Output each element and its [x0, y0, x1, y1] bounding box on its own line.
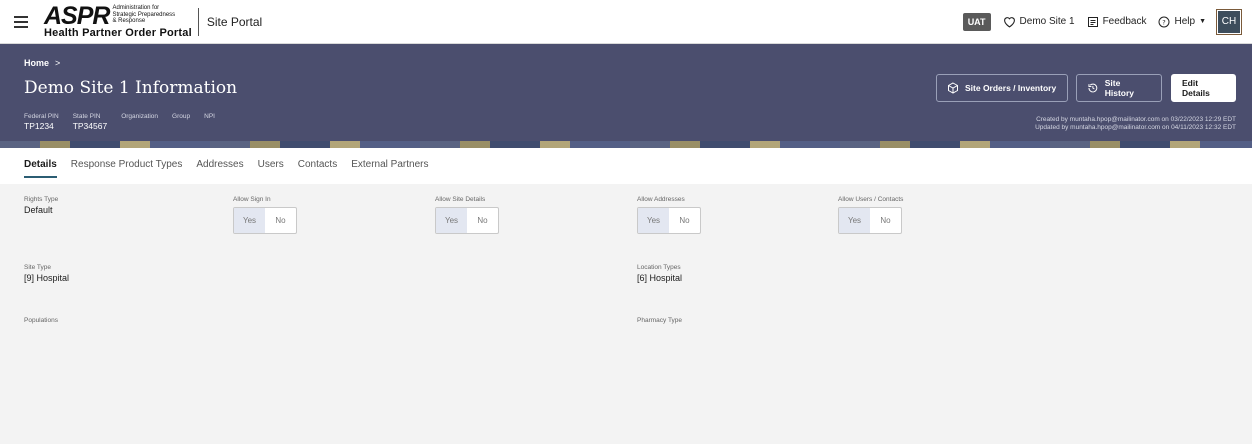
tab-external-partners[interactable]: External Partners [351, 159, 428, 178]
feedback-link[interactable]: Feedback [1087, 16, 1147, 28]
allow-users-contacts-no[interactable]: No [870, 208, 901, 233]
allow-site-details-yes[interactable]: Yes [436, 208, 467, 233]
updated-by-text: Updated by muntaha.hpop@mailinator.com o… [1035, 124, 1236, 131]
logo-divider [197, 7, 199, 36]
location-types-value: [6] Hospital [637, 273, 683, 283]
site-orders-inventory-label: Site Orders / Inventory [965, 83, 1057, 93]
allow-users-contacts-toggle: Yes No [838, 207, 902, 234]
site-portal-label: Site Portal [206, 14, 263, 29]
heart-icon [1003, 16, 1015, 28]
created-by-text: Created by muntaha.hpop@mailinator.com o… [1036, 116, 1236, 123]
aspr-logo[interactable]: ASPR Administration for Strategic Prepar… [44, 2, 192, 42]
rights-type-value: Default [24, 205, 53, 215]
allow-users-contacts-label: Allow Users / Contacts [838, 196, 904, 203]
feedback-icon [1087, 16, 1098, 27]
organization: Organization [121, 113, 158, 131]
help-label: Help [1174, 16, 1196, 27]
tab-addresses[interactable]: Addresses [196, 159, 243, 178]
header-decorative-banner [0, 141, 1252, 148]
npi-label: NPI [204, 113, 215, 120]
allow-site-details-toggle: Yes No [435, 207, 499, 234]
populations-label: Populations [24, 317, 58, 324]
location-types-field: Location Types [6] Hospital [637, 264, 682, 283]
allow-site-details-field: Allow Site Details Yes No [435, 196, 499, 234]
allow-sign-in-label: Allow Sign In [233, 196, 271, 203]
allow-site-details-label: Allow Site Details [435, 196, 486, 203]
tab-details[interactable]: Details [24, 159, 57, 178]
organization-label: Organization [121, 113, 159, 120]
edit-details-button[interactable]: Edit Details [1171, 74, 1236, 102]
allow-users-contacts-field: Allow Users / Contacts Yes No [838, 196, 903, 234]
site-identifiers: Federal PIN TP1234 State PIN TP34567 Org… [24, 113, 215, 131]
site-orders-inventory-button[interactable]: Site Orders / Inventory [936, 74, 1068, 102]
hamburger-menu-icon[interactable] [14, 12, 34, 32]
audit-info: Created by muntaha.hpop@mailinator.com o… [1035, 116, 1236, 132]
logo-portal-name: Health Partner Order Portal [44, 26, 192, 39]
site-type-field: Site Type [9] Hospital [24, 264, 69, 283]
help-icon: ? [1158, 16, 1170, 27]
state-pin-value: TP34567 [72, 121, 108, 131]
pharmacy-type-label: Pharmacy Type [637, 317, 683, 324]
details-panel: Rights Type Default Allow Sign In Yes No… [0, 184, 1252, 444]
environment-badge: UAT [962, 12, 991, 31]
allow-addresses-no[interactable]: No [669, 208, 700, 233]
tab-contacts[interactable]: Contacts [298, 159, 337, 178]
tab-response-product-types[interactable]: Response Product Types [71, 159, 183, 178]
pharmacy-type-field: Pharmacy Type [637, 317, 682, 324]
allow-sign-in-toggle: Yes No [233, 207, 297, 234]
allow-site-details-no[interactable]: No [467, 208, 498, 233]
page-title: Demo Site 1 Information [24, 78, 238, 98]
logo-subtitle: Administration for Strategic Preparednes… [112, 5, 176, 24]
location-types-label: Location Types [637, 264, 681, 271]
box-icon [948, 82, 958, 94]
chevron-down-icon: ▼ [1199, 18, 1206, 25]
populations-field: Populations [24, 317, 58, 324]
breadcrumb-separator: > [55, 58, 61, 68]
tab-users[interactable]: Users [258, 159, 284, 178]
allow-addresses-toggle: Yes No [637, 207, 701, 234]
rights-type-field: Rights Type Default [24, 196, 58, 215]
site-history-label: Site History [1104, 78, 1135, 98]
allow-sign-in-field: Allow Sign In Yes No [233, 196, 297, 234]
group: Group [172, 113, 190, 131]
site-selector-label: Demo Site 1 [1019, 16, 1075, 27]
rights-type-label: Rights Type [24, 196, 59, 203]
allow-addresses-field: Allow Addresses Yes No [637, 196, 701, 234]
breadcrumb-home[interactable]: Home [24, 58, 49, 68]
user-avatar[interactable]: CH [1216, 8, 1242, 35]
allow-addresses-label: Allow Addresses [637, 196, 685, 203]
help-menu[interactable]: ? Help ▼ [1158, 16, 1206, 28]
site-type-label: Site Type [24, 264, 51, 271]
logo-aspr-text: ASPR [44, 1, 110, 30]
site-history-button[interactable]: Site History [1076, 74, 1162, 102]
svg-text:?: ? [1163, 18, 1166, 26]
federal-pin-value: TP1234 [24, 121, 54, 131]
site-selector[interactable]: Demo Site 1 [1003, 16, 1075, 28]
page-header: Home > Demo Site 1 Information Site Orde… [0, 44, 1252, 148]
feedback-label: Feedback [1102, 16, 1147, 27]
site-type-value: [9] Hospital [24, 273, 70, 283]
allow-addresses-yes[interactable]: Yes [638, 208, 669, 233]
breadcrumb: Home > [24, 58, 60, 68]
allow-users-contacts-yes[interactable]: Yes [839, 208, 870, 233]
history-icon [1088, 83, 1098, 93]
allow-sign-in-no[interactable]: No [265, 208, 296, 233]
group-label: Group [172, 113, 191, 120]
state-pin: State PIN TP34567 [73, 113, 108, 131]
federal-pin: Federal PIN TP1234 [24, 113, 59, 131]
federal-pin-label: Federal PIN [24, 113, 59, 120]
detail-tabs: Details Response Product Types Addresses… [24, 159, 442, 178]
state-pin-label: State PIN [72, 113, 101, 120]
top-bar: ASPR Administration for Strategic Prepar… [0, 0, 1252, 44]
allow-sign-in-yes[interactable]: Yes [234, 208, 265, 233]
npi: NPI [204, 113, 215, 131]
